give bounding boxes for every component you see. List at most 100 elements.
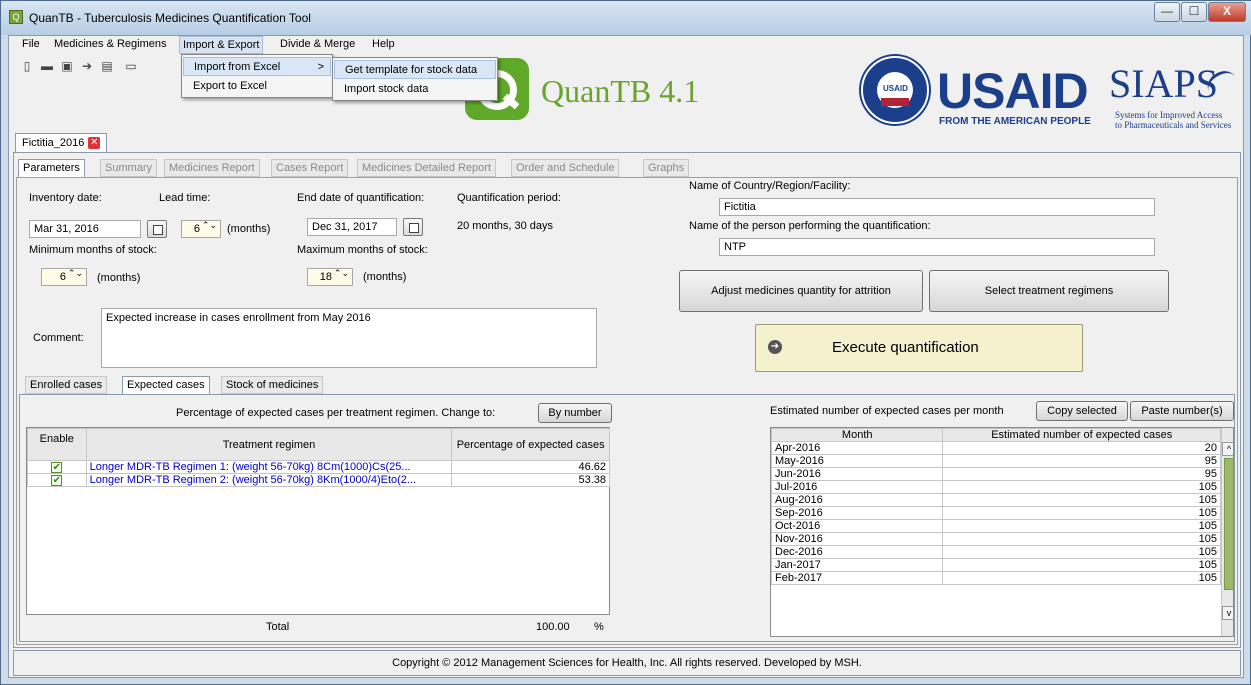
enable-cell[interactable]: ✔ bbox=[27, 460, 87, 474]
menu-import-export[interactable]: Import & Export bbox=[179, 36, 264, 54]
scroll-down-icon[interactable]: v bbox=[1222, 606, 1233, 620]
inventory-date-field[interactable]: Mar 31, 2016 bbox=[29, 220, 141, 238]
menu-help[interactable]: Help bbox=[369, 38, 398, 50]
table-row[interactable]: ✔ Longer MDR-TB Regimen 2: (weight 56-70… bbox=[27, 473, 610, 487]
monthly-scrollbar[interactable]: ^ v bbox=[1221, 428, 1233, 636]
month-cell[interactable]: Apr-2016 bbox=[771, 441, 944, 455]
select-regimens-button[interactable]: Select treatment regimens bbox=[929, 270, 1169, 312]
estimated-cases-cell[interactable]: 105 bbox=[942, 519, 1221, 533]
end-date-field[interactable]: Dec 31, 2017 bbox=[307, 218, 397, 236]
scroll-thumb[interactable] bbox=[1224, 458, 1233, 590]
max-stock-spinner[interactable]: 18 ⌃⌄ bbox=[307, 268, 353, 286]
monthly-table-row[interactable]: Feb-2017 105 bbox=[771, 571, 1221, 585]
regimen-name-cell[interactable]: Longer MDR-TB Regimen 1: (weight 56-70kg… bbox=[85, 460, 453, 474]
column-header-estimated-cases[interactable]: Estimated number of expected cases bbox=[942, 428, 1221, 442]
tab-enrolled-cases[interactable]: Enrolled cases bbox=[25, 376, 108, 394]
print-icon[interactable]: ▤ bbox=[101, 60, 113, 72]
estimated-cases-cell[interactable]: 105 bbox=[942, 493, 1221, 507]
person-field[interactable]: NTP bbox=[719, 238, 1155, 256]
estimated-cases-cell[interactable]: 105 bbox=[942, 532, 1221, 546]
tab-graphs[interactable]: Graphs bbox=[643, 159, 690, 177]
inventory-date-calendar-icon[interactable] bbox=[147, 220, 167, 238]
month-cell[interactable]: Oct-2016 bbox=[771, 519, 944, 533]
regimen-name-cell[interactable]: Longer MDR-TB Regimen 2: (weight 56-70kg… bbox=[85, 473, 453, 487]
month-cell[interactable]: May-2016 bbox=[771, 454, 944, 468]
month-cell[interactable]: Jan-2017 bbox=[771, 558, 944, 572]
paste-numbers-button[interactable]: Paste number(s) bbox=[1130, 401, 1234, 421]
month-cell[interactable]: Feb-2017 bbox=[771, 571, 944, 585]
month-cell[interactable]: Dec-2016 bbox=[771, 545, 944, 559]
percentage-cell[interactable]: 53.38 bbox=[451, 473, 610, 487]
estimated-cases-cell[interactable]: 105 bbox=[942, 558, 1221, 572]
tab-stock-of-medicines[interactable]: Stock of medicines bbox=[221, 376, 324, 394]
month-cell[interactable]: Jul-2016 bbox=[771, 480, 944, 494]
estimated-cases-cell[interactable]: 20 bbox=[942, 441, 1221, 455]
estimated-cases-cell[interactable]: 105 bbox=[942, 506, 1221, 520]
monthly-table-row[interactable]: Nov-2016 105 bbox=[771, 532, 1221, 546]
menu-item-get-template[interactable]: Get template for stock data bbox=[334, 60, 496, 79]
monthly-table-row[interactable]: Jul-2016 105 bbox=[771, 480, 1221, 494]
monthly-table-row[interactable]: May-2016 95 bbox=[771, 454, 1221, 468]
document-tab[interactable]: Fictitia_2016 ✕ bbox=[15, 133, 108, 153]
keyboard-icon[interactable]: ▭ bbox=[125, 60, 137, 72]
tab-cases-report[interactable]: Cases Report bbox=[271, 159, 349, 177]
tab-parameters[interactable]: Parameters bbox=[18, 159, 85, 177]
adjust-attrition-button[interactable]: Adjust medicines quantity for attrition bbox=[679, 270, 923, 312]
estimated-cases-cell[interactable]: 95 bbox=[942, 467, 1221, 481]
comment-textarea[interactable]: Expected increase in cases enrollment fr… bbox=[101, 308, 597, 368]
monthly-table-row[interactable]: Dec-2016 105 bbox=[771, 545, 1221, 559]
estimated-cases-cell[interactable]: 105 bbox=[942, 571, 1221, 585]
end-date-calendar-icon[interactable] bbox=[403, 218, 423, 236]
minimize-button[interactable]: — bbox=[1154, 2, 1180, 22]
estimated-cases-cell[interactable]: 95 bbox=[942, 454, 1221, 468]
month-cell[interactable]: Aug-2016 bbox=[771, 493, 944, 507]
menu-item-export-to-excel[interactable]: Export to Excel bbox=[183, 77, 331, 96]
column-header-month[interactable]: Month bbox=[771, 428, 944, 442]
menu-divide-merge[interactable]: Divide & Merge bbox=[277, 38, 358, 50]
monthly-table-row[interactable]: Apr-2016 20 bbox=[771, 441, 1221, 455]
maximize-button[interactable]: ☐ bbox=[1181, 2, 1207, 22]
percentage-cell[interactable]: 46.62 bbox=[451, 460, 610, 474]
tab-order-schedule[interactable]: Order and Schedule bbox=[511, 159, 620, 177]
by-number-button[interactable]: By number bbox=[538, 403, 612, 423]
monthly-table-row[interactable]: Jun-2016 95 bbox=[771, 467, 1221, 481]
country-field[interactable]: Fictitia bbox=[719, 198, 1155, 216]
tab-expected-cases[interactable]: Expected cases bbox=[122, 376, 210, 394]
month-cell[interactable]: Jun-2016 bbox=[771, 467, 944, 481]
tab-summary[interactable]: Summary bbox=[100, 159, 158, 177]
table-row[interactable]: ✔ Longer MDR-TB Regimen 1: (weight 56-70… bbox=[27, 460, 610, 474]
menu-medicines-regimens[interactable]: Medicines & Regimens bbox=[51, 38, 170, 50]
column-header-enable[interactable]: Enable bbox=[27, 428, 87, 461]
open-folder-icon[interactable]: ▬ bbox=[41, 60, 53, 72]
column-header-percentage[interactable]: Percentage of expected cases bbox=[451, 428, 610, 461]
scroll-up-icon[interactable]: ^ bbox=[1222, 442, 1233, 456]
monthly-table-row[interactable]: Oct-2016 105 bbox=[771, 519, 1221, 533]
enable-checkbox[interactable]: ✔ bbox=[51, 475, 63, 486]
tab-medicines-detailed-report[interactable]: Medicines Detailed Report bbox=[357, 159, 497, 177]
spinner-arrows-icon[interactable]: ⌃⌄ bbox=[334, 269, 349, 278]
month-cell[interactable]: Nov-2016 bbox=[771, 532, 944, 546]
spinner-arrows-icon[interactable]: ⌃⌄ bbox=[202, 221, 217, 230]
menu-item-import-from-excel[interactable]: Import from Excel > bbox=[183, 57, 331, 76]
estimated-cases-cell[interactable]: 105 bbox=[942, 545, 1221, 559]
column-header-treatment-regimen[interactable]: Treatment regimen bbox=[85, 428, 453, 461]
execute-quantification-button[interactable]: ➔ Execute quantification bbox=[755, 324, 1083, 372]
tab-medicines-report[interactable]: Medicines Report bbox=[164, 159, 260, 177]
estimated-cases-cell[interactable]: 105 bbox=[942, 480, 1221, 494]
enable-cell[interactable]: ✔ bbox=[27, 473, 87, 487]
min-stock-spinner[interactable]: 6 ⌃⌄ bbox=[41, 268, 87, 286]
monthly-table-row[interactable]: Jan-2017 105 bbox=[771, 558, 1221, 572]
monthly-table-row[interactable]: Aug-2016 105 bbox=[771, 493, 1221, 507]
new-file-icon[interactable]: ▯ bbox=[21, 60, 33, 72]
go-icon[interactable]: ➔ bbox=[81, 60, 93, 72]
copy-selected-button[interactable]: Copy selected bbox=[1036, 401, 1128, 421]
menu-item-import-stock-data[interactable]: Import stock data bbox=[334, 80, 496, 99]
month-cell[interactable]: Sep-2016 bbox=[771, 506, 944, 520]
monthly-table-row[interactable]: Sep-2016 105 bbox=[771, 506, 1221, 520]
lead-time-spinner[interactable]: 6 ⌃⌄ bbox=[181, 220, 221, 238]
close-window-button[interactable]: X bbox=[1208, 2, 1246, 22]
title-bar[interactable]: Q QuanTB - Tuberculosis Medicines Quanti… bbox=[1, 1, 1251, 35]
save-icon[interactable]: ▣ bbox=[61, 60, 73, 72]
close-document-icon[interactable]: ✕ bbox=[88, 137, 101, 150]
menu-file[interactable]: File bbox=[19, 38, 43, 50]
